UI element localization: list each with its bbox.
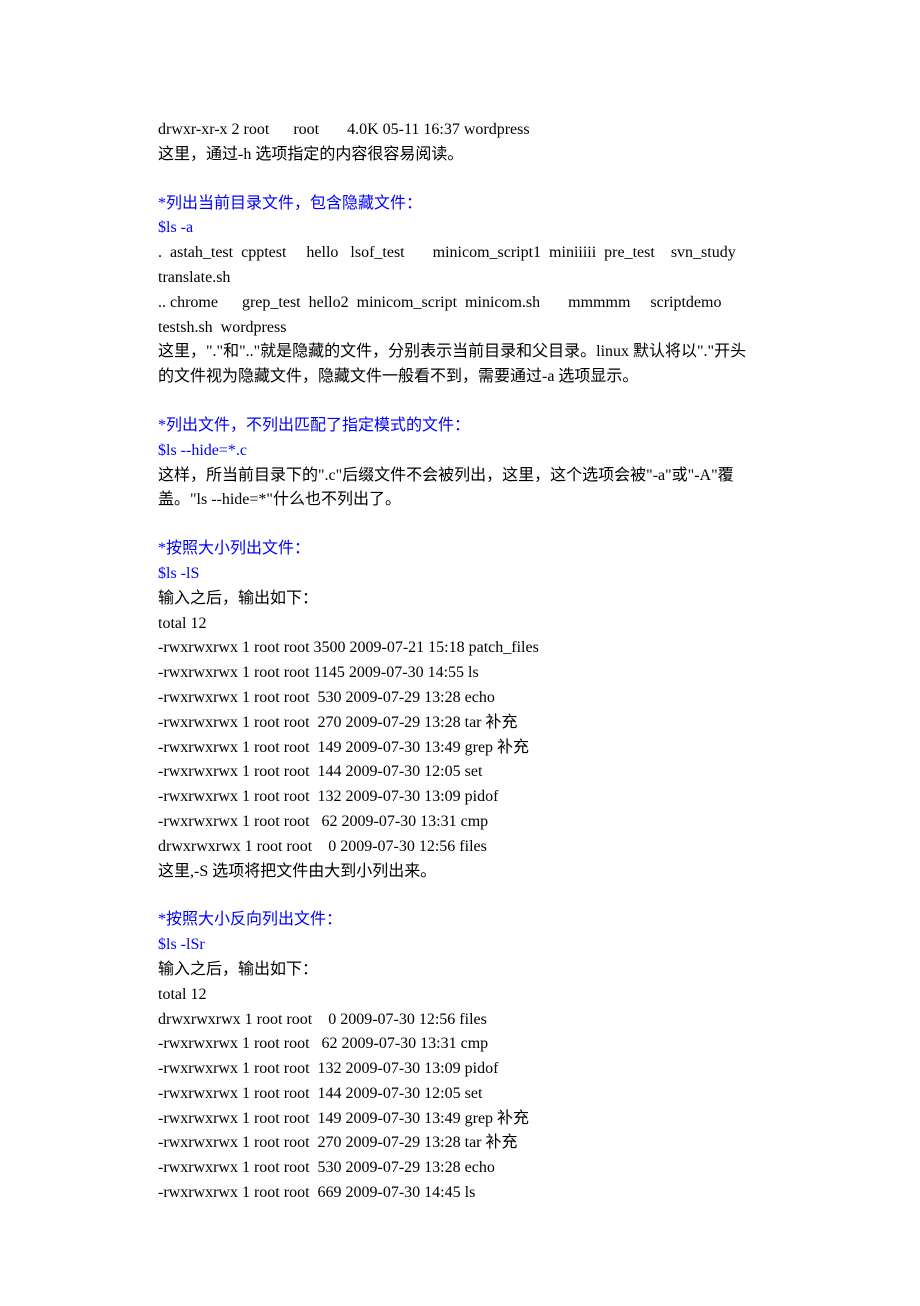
intro-explain: 这里，通过-h 选项指定的内容很容易阅读。 [158,143,762,168]
lSr-total: total 12 [158,983,762,1008]
lS-total: total 12 [158,612,762,637]
cmd-lS: $ls -lS [158,562,762,587]
lSr-row: -rwxrwxrwx 1 root root 669 2009-07-30 14… [158,1181,762,1206]
ls-a-output-1: . astah_test cpptest hello lsof_test min… [158,241,762,291]
lSr-row: -rwxrwxrwx 1 root root 132 2009-07-30 13… [158,1057,762,1082]
heading-ls-a: *列出当前目录文件，包含隐藏文件： [158,192,762,217]
lS-row: drwxrwxrwx 1 root root 0 2009-07-30 12:5… [158,835,762,860]
ls-a-explain: 这里，"."和".."就是隐藏的文件，分别表示当前目录和父目录。linux 默认… [158,340,762,390]
lS-row: -rwxrwxrwx 1 root root 132 2009-07-30 13… [158,785,762,810]
hide-explain: 这样，所当前目录下的".c"后缀文件不会被列出，这里，这个选项会被"-a"或"-… [158,464,762,514]
lS-row: -rwxrwxrwx 1 root root 62 2009-07-30 13:… [158,810,762,835]
heading-lS: *按照大小列出文件： [158,537,762,562]
lSr-row: -rwxrwxrwx 1 root root 144 2009-07-30 12… [158,1082,762,1107]
lSr-row: -rwxrwxrwx 1 root root 530 2009-07-29 13… [158,1156,762,1181]
lS-row: -rwxrwxrwx 1 root root 270 2009-07-29 13… [158,711,762,736]
lS-explain: 这里,-S 选项将把文件由大到小列出来。 [158,860,762,885]
lS-row: -rwxrwxrwx 1 root root 144 2009-07-30 12… [158,760,762,785]
cmd-ls-a: $ls -a [158,216,762,241]
lS-prompt: 输入之后，输出如下： [158,587,762,612]
lSr-row: -rwxrwxrwx 1 root root 270 2009-07-29 13… [158,1131,762,1156]
lSr-row: -rwxrwxrwx 1 root root 62 2009-07-30 13:… [158,1032,762,1057]
lS-row: -rwxrwxrwx 1 root root 149 2009-07-30 13… [158,736,762,761]
cmd-hide: $ls --hide=*.c [158,439,762,464]
ls-a-output-2: .. chrome grep_test hello2 minicom_scrip… [158,291,762,341]
cmd-lSr: $ls -lSr [158,933,762,958]
lSr-prompt: 输入之后，输出如下： [158,958,762,983]
heading-hide: *列出文件，不列出匹配了指定模式的文件： [158,414,762,439]
lS-row: -rwxrwxrwx 1 root root 530 2009-07-29 13… [158,686,762,711]
lS-row: -rwxrwxrwx 1 root root 3500 2009-07-21 1… [158,636,762,661]
lSr-row: -rwxrwxrwx 1 root root 149 2009-07-30 13… [158,1107,762,1132]
lSr-row: drwxrwxrwx 1 root root 0 2009-07-30 12:5… [158,1008,762,1033]
intro-output: drwxr-xr-x 2 root root 4.0K 05-11 16:37 … [158,118,762,143]
heading-lSr: *按照大小反向列出文件： [158,908,762,933]
lS-row: -rwxrwxrwx 1 root root 1145 2009-07-30 1… [158,661,762,686]
